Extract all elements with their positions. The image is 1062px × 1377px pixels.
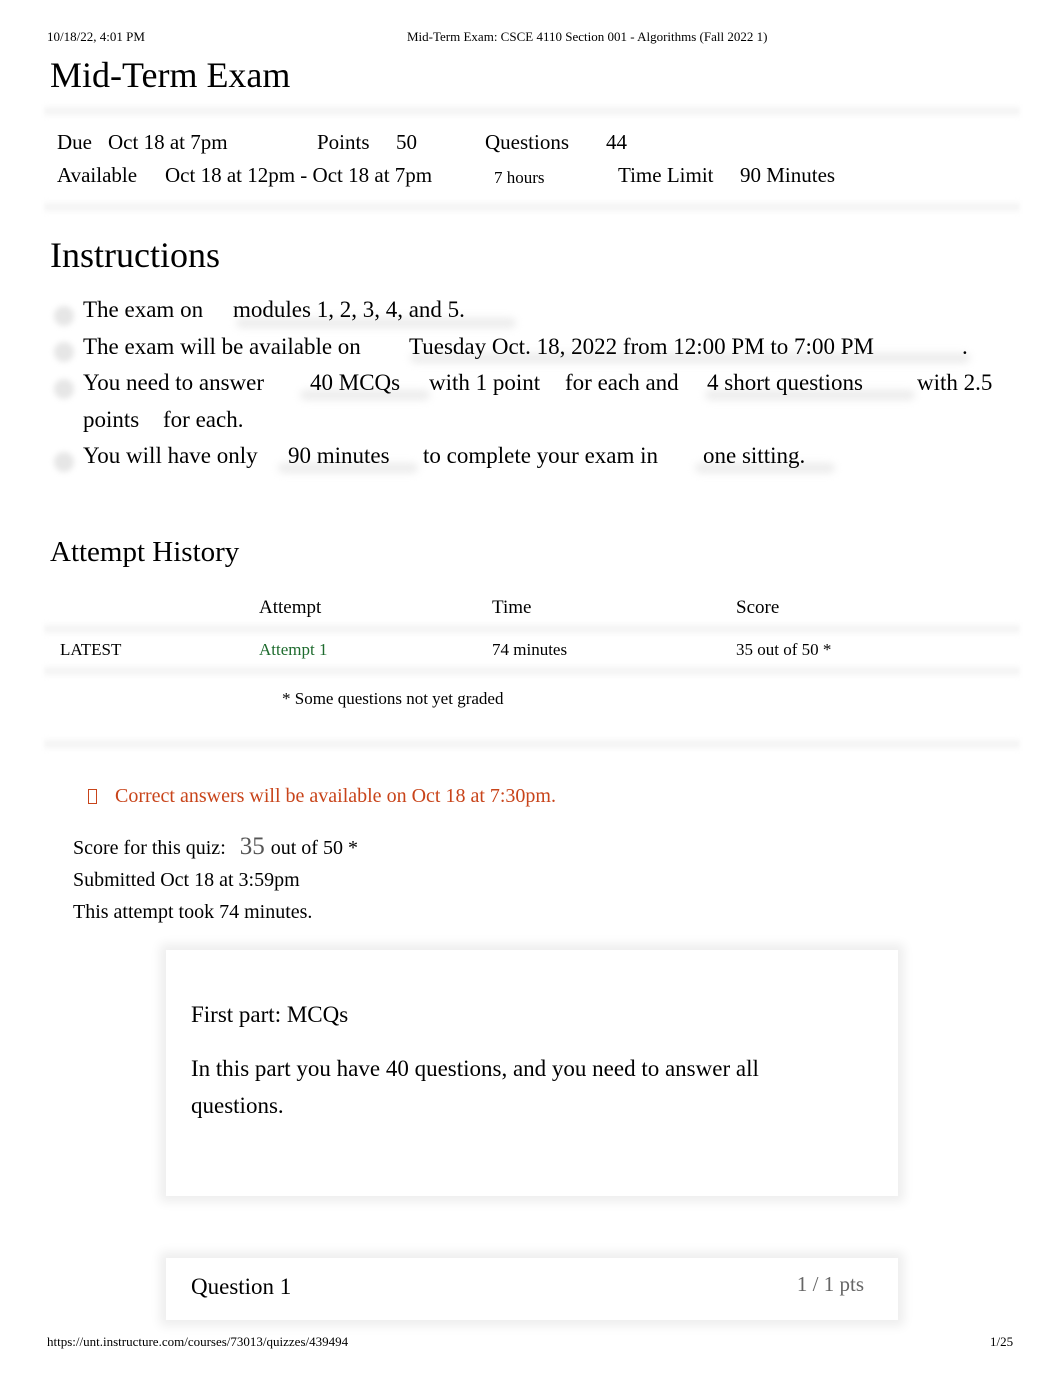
due-label: Due [57,130,92,154]
available-value: Oct 18 at 12pm - Oct 18 at 7pm [165,163,433,187]
time-limit-label: Time Limit [618,163,714,187]
grading-note: * Some questions not yet graded [282,689,504,708]
available-label: Available [57,163,138,187]
bullet-icon [54,452,74,472]
attempt-score: 35 out of 50 * [736,640,832,659]
print-datetime: 10/18/22, 4:01 PM [47,29,145,44]
score-value: 35 [239,833,265,860]
attempt-history-heading: Attempt History [50,536,240,568]
question-title: Question 1 [191,1274,292,1299]
print-page-number: 1/25 [990,1334,1014,1349]
divider [44,737,1020,751]
part-description: In this part you have 40 questions, and … [191,1056,759,1118]
due-value: Oct 18 at 7pm [108,130,228,154]
time-limit-value: 90 Minutes [740,163,836,187]
column-header-score: Score [736,597,780,618]
answers-availability-notice: Correct answers will be available on Oct… [88,785,556,808]
part-intro-card: First part: MCQs In this part you have 4… [166,950,898,1196]
print-page-title: Mid-Term Exam: CSCE 4110 Section 001 - A… [407,29,768,44]
points-value: 50 [396,130,417,154]
attempt-link[interactable]: Attempt 1 [259,640,327,660]
score-label: Score for this quiz: [73,837,226,859]
column-header-attempt: Attempt [259,597,322,618]
attempt-time: 74 minutes [492,640,568,659]
bullet-icon [54,306,74,326]
divider [44,200,1020,214]
warning-icon [88,789,97,804]
question-points: 1 / 1 pts [796,1272,864,1296]
divider [44,664,1020,678]
instructions-heading: Instructions [50,235,220,275]
divider [44,104,1020,118]
questions-value: 44 [606,130,627,154]
quiz-score: Score for this quiz: 35 out of 50 * [73,833,358,861]
divider [44,622,1020,636]
quiz-title: Mid-Term Exam [50,55,291,95]
questions-label: Questions [485,130,569,154]
points-label: Points [317,130,370,154]
bullet-icon [54,342,74,362]
print-url: https://unt.instructure.com/courses/7301… [47,1334,349,1349]
available-duration: 7 hours [494,168,545,187]
column-header-time: Time [492,597,532,618]
submitted-time: Submitted Oct 18 at 3:59pm [73,869,300,891]
part-title: First part: MCQs [191,1002,349,1027]
attempt-duration: This attempt took 74 minutes. [73,901,313,923]
bullet-icon [54,379,74,399]
score-total: out of 50 * [270,837,358,859]
question-card: Question 1 1 / 1 pts [166,1258,898,1320]
latest-tag: LATEST [60,640,122,659]
